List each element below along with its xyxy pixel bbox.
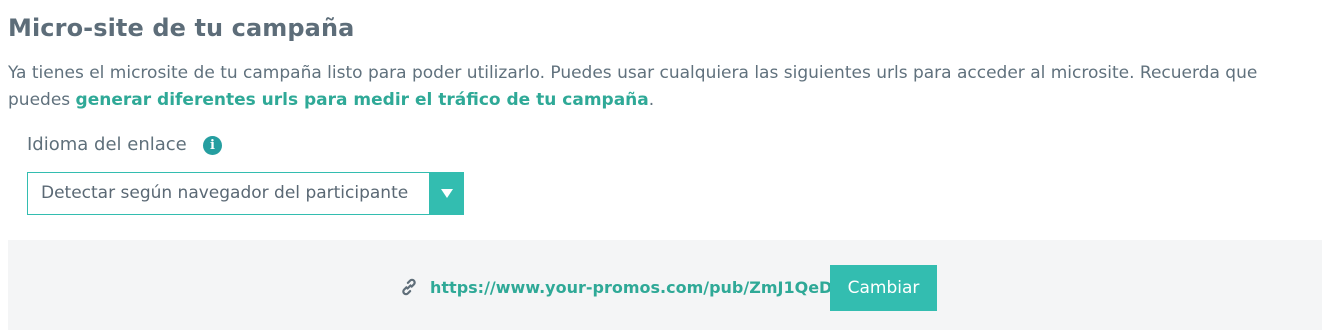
microsite-url-link[interactable]: https://www.your-promos.com/pub/ZmJ1QeD: [430, 278, 832, 297]
microsite-section: Micro-site de tu campaña Ya tienes el mi…: [0, 0, 1328, 330]
language-select-value: Detectar según navegador del participant…: [41, 183, 409, 203]
link-icon: [402, 278, 416, 296]
caret-down-icon[interactable]: [429, 172, 464, 215]
section-description: Ya tienes el microsite de tu campaña lis…: [8, 60, 1320, 114]
change-url-button[interactable]: Cambiar: [830, 265, 937, 311]
language-label: Idioma del enlace: [27, 134, 187, 155]
language-select[interactable]: Detectar según navegador del participant…: [27, 172, 464, 215]
section-title: Micro-site de tu campaña: [8, 14, 355, 42]
info-icon[interactable]: i: [203, 136, 222, 155]
description-end: .: [648, 90, 655, 110]
generate-urls-link[interactable]: generar diferentes urls para medir el tr…: [76, 90, 649, 110]
